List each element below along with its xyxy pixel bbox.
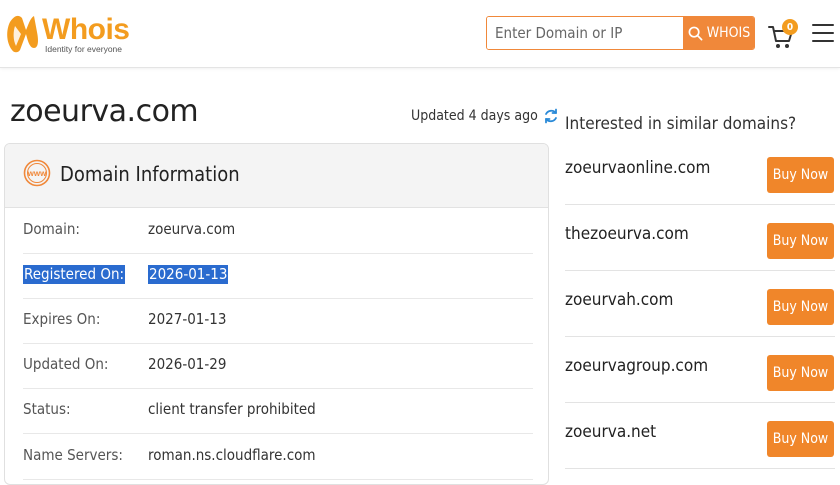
- info-value[interactable]: roman.ns.cloudflare.com: [148, 446, 316, 465]
- similar-domain-item: zoeurvah.com Buy Now: [565, 270, 835, 337]
- similar-domain-name[interactable]: zoeurva.net: [565, 422, 656, 442]
- info-row-name-servers: Name Servers: roman.ns.cloudflare.com: [23, 434, 533, 480]
- updated-text: Updated 4 days ago: [411, 108, 538, 124]
- info-value[interactable]: zoeurva.com: [148, 220, 235, 239]
- similar-domain-name[interactable]: thezoeurva.com: [565, 224, 689, 244]
- info-label: Registered On:: [23, 265, 126, 284]
- logo-text: Whois: [42, 13, 130, 46]
- info-row-expires: Expires On: 2027-01-13: [23, 298, 533, 344]
- buy-now-button[interactable]: Buy Now: [767, 223, 834, 259]
- info-label: Updated On:: [23, 355, 109, 373]
- info-label: Domain:: [23, 220, 80, 238]
- refresh-icon[interactable]: [543, 108, 559, 124]
- whois-logo[interactable]: Whois Identity for everyone: [4, 12, 130, 56]
- svg-text:www: www: [27, 169, 47, 178]
- domain-information-card: www Domain Information Domain: zoeurva.c…: [4, 143, 549, 485]
- info-label: Name Servers:: [23, 446, 123, 464]
- similar-domains-title: Interested in similar domains?: [565, 114, 797, 134]
- buy-now-button[interactable]: Buy Now: [767, 157, 834, 193]
- info-row-registered: Registered On: 2026-01-13: [23, 253, 533, 299]
- buy-now-button[interactable]: Buy Now: [767, 421, 834, 457]
- buy-now-button[interactable]: Buy Now: [767, 289, 834, 325]
- menu-icon[interactable]: [812, 24, 834, 44]
- search-input[interactable]: [487, 17, 683, 49]
- site-header: Whois Identity for everyone WHOIS 0: [0, 0, 840, 68]
- domain-title: zoeurva.com: [10, 94, 199, 129]
- buy-now-button[interactable]: Buy Now: [767, 355, 834, 391]
- logo-tagline: Identity for everyone: [45, 44, 123, 54]
- similar-domain-item: zoeurvagroup.com Buy Now: [565, 336, 835, 403]
- similar-domain-name[interactable]: zoeurvagroup.com: [565, 356, 708, 376]
- search-bar: WHOIS: [486, 16, 755, 50]
- similar-domain-name[interactable]: zoeurvah.com: [565, 290, 673, 310]
- whois-logo-icon: [7, 15, 38, 53]
- info-value[interactable]: 2026-01-13: [148, 265, 229, 284]
- similar-domain-item: zoeurva.net Buy Now: [565, 402, 835, 469]
- info-value[interactable]: 2026-01-29: [148, 355, 226, 374]
- updated-status: Updated 4 days ago: [411, 108, 559, 124]
- info-row-updated: Updated On: 2026-01-29: [23, 343, 533, 389]
- search-button-label: WHOIS: [706, 25, 751, 41]
- similar-domain-name[interactable]: zoeurvaonline.com: [565, 158, 710, 178]
- info-label: Status:: [23, 400, 71, 418]
- cart-button[interactable]: 0: [768, 19, 798, 50]
- card-title: Domain Information: [60, 162, 240, 186]
- info-row-domain: Domain: zoeurva.com: [23, 208, 533, 254]
- info-value[interactable]: client transfer prohibited: [148, 400, 316, 419]
- similar-domain-item: zoeurvaonline.com Buy Now: [565, 138, 835, 205]
- info-row-status: Status: client transfer prohibited: [23, 388, 533, 434]
- whois-search-button[interactable]: WHOIS: [683, 17, 754, 49]
- card-header: www Domain Information: [5, 144, 548, 208]
- search-icon: [688, 26, 703, 40]
- www-icon: www: [23, 159, 51, 187]
- info-label: Expires On:: [23, 310, 101, 328]
- similar-domain-item: thezoeurva.com Buy Now: [565, 204, 835, 271]
- info-value[interactable]: 2027-01-13: [148, 310, 226, 329]
- cart-count-badge: 0: [782, 19, 798, 35]
